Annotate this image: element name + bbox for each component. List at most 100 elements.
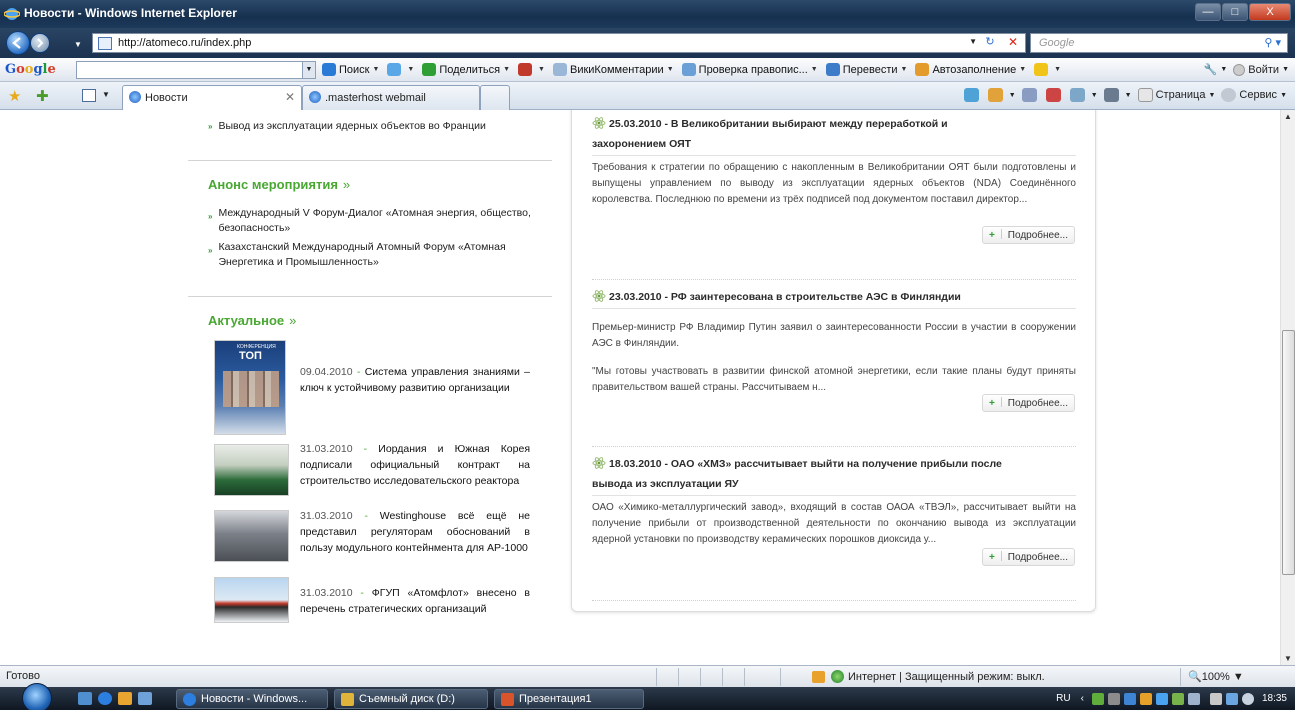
address-field[interactable]: http://atomeco.ru/index.php ▼ ↻ ✕ bbox=[92, 33, 1026, 53]
show-desktop-icon[interactable] bbox=[78, 692, 92, 705]
google-logo[interactable]: Google bbox=[5, 62, 56, 77]
chevron-down-icon[interactable]: ▼ bbox=[1019, 66, 1026, 73]
news-title[interactable]: 18.03.2010 - ОАО «ХМЗ» рассчитывает выйт… bbox=[592, 454, 1002, 494]
refresh-icon[interactable]: ↻ bbox=[981, 35, 999, 51]
address-row: ▼ http://atomeco.ru/index.php ▼ ↻ ✕ Goog… bbox=[0, 28, 1295, 58]
chevron-down-icon[interactable]: ▼ bbox=[503, 66, 510, 73]
close-window-button[interactable]: X bbox=[1249, 3, 1291, 21]
news-title[interactable]: 23.03.2010 - РФ заинтересована в строите… bbox=[592, 287, 961, 307]
gear-icon bbox=[1221, 88, 1237, 102]
new-tab-button[interactable] bbox=[480, 85, 510, 110]
address-dropdown-icon[interactable]: ▼ bbox=[969, 37, 977, 46]
add-favorites-icon[interactable]: ✚ bbox=[36, 87, 49, 105]
chevron-down-icon[interactable]: ▼ bbox=[667, 66, 674, 73]
history-dropdown-icon[interactable]: ▼ bbox=[74, 40, 82, 49]
wrench-icon[interactable]: 🔧 bbox=[1204, 63, 1218, 76]
forward-button[interactable] bbox=[30, 33, 50, 53]
page-menu[interactable]: Страница ▼ bbox=[1137, 88, 1215, 102]
more-button[interactable]: + Подробнее... bbox=[981, 394, 1075, 412]
back-button[interactable] bbox=[6, 31, 30, 55]
chevron-down-icon[interactable]: ▼ bbox=[372, 66, 379, 73]
news-item[interactable]: КОНФЕРЕНЦИЯ ТОП 09.04.2010 - Система упр… bbox=[214, 340, 534, 435]
taskbar-button-ie[interactable]: Новости - Windows... bbox=[176, 689, 328, 709]
chevron-down-icon[interactable]: ▼ bbox=[1054, 66, 1061, 73]
news-item[interactable]: 31.03.2010 - ФГУП «Атомфлот» внесено в п… bbox=[214, 577, 534, 625]
url-text[interactable]: http://atomeco.ru/index.php bbox=[118, 37, 251, 49]
chevron-down-icon[interactable]: ▼ bbox=[407, 66, 414, 73]
google-toolbar-item-5[interactable]: Проверка правопис... ▼ bbox=[681, 63, 818, 76]
tab-list-dropdown-icon[interactable]: ▼ bbox=[102, 90, 110, 99]
icebreaker-image[interactable] bbox=[214, 577, 289, 623]
taskbar-button-drive[interactable]: Съемный диск (D:) bbox=[334, 689, 488, 709]
home-button[interactable]: ▼ bbox=[987, 88, 1016, 102]
search-icon[interactable]: ⚲ ▾ bbox=[1264, 36, 1281, 49]
close-tab-icon[interactable]: ✕ bbox=[285, 90, 295, 104]
google-toolbar: Google ▼ Поиск ▼ ▼ Поделиться ▼ ▼ ВикиКоммента… bbox=[0, 58, 1295, 82]
signin-button[interactable]: Войти bbox=[1248, 64, 1279, 76]
quick-tabs-icon[interactable] bbox=[82, 89, 96, 102]
more-button[interactable]: + Подробнее... bbox=[981, 226, 1075, 244]
scroll-up-icon[interactable]: ▲ bbox=[1284, 112, 1292, 121]
divider bbox=[592, 495, 1076, 496]
list-item[interactable]: » Вывод из эксплуатации ядерных объектов … bbox=[208, 120, 486, 132]
print-button[interactable]: ▼ bbox=[1103, 88, 1132, 102]
security-zone[interactable]: Интернет | Защищенный режим: выкл. bbox=[812, 670, 1045, 683]
google-search-input[interactable]: ▼ bbox=[76, 61, 316, 79]
ebay-button[interactable] bbox=[1045, 88, 1064, 102]
list-item[interactable]: » Международный V Форум-Диалог «Атомная э… bbox=[208, 206, 548, 236]
feeds-button[interactable] bbox=[1021, 88, 1040, 102]
google-toolbar-item-1[interactable]: ▼ bbox=[387, 63, 414, 76]
divider bbox=[592, 308, 1076, 309]
containment-image[interactable] bbox=[214, 510, 289, 562]
ie-quicklaunch-icon[interactable] bbox=[98, 692, 112, 705]
language-indicator[interactable]: RU bbox=[1056, 693, 1070, 704]
window-titlebar[interactable]: Новости - Windows Internet Explorer — □ … bbox=[0, 0, 1295, 28]
news-item[interactable]: 31.03.2010 - Westinghouse всё ещё не пре… bbox=[214, 510, 534, 568]
start-button[interactable] bbox=[22, 683, 52, 710]
maximize-button[interactable]: □ bbox=[1222, 3, 1248, 21]
google-toolbar-item-0[interactable]: Поиск ▼ bbox=[322, 63, 379, 76]
more-button[interactable]: + Подробнее... bbox=[981, 548, 1075, 566]
news-item[interactable]: 31.03.2010 - Иордания и Южная Корея подп… bbox=[214, 443, 534, 504]
google-toolbar-item-7[interactable]: Автозаполнение ▼ bbox=[915, 63, 1026, 76]
scroll-thumb[interactable] bbox=[1282, 330, 1295, 575]
google-toolbar-item-8[interactable]: ▼ bbox=[1034, 63, 1061, 76]
google-toolbar-item-2[interactable]: Поделиться ▼ bbox=[422, 63, 510, 76]
google-toolbar-item-4[interactable]: ВикиКомментарии ▼ bbox=[552, 63, 674, 76]
tab-news[interactable]: Новости ✕ bbox=[122, 85, 302, 110]
tab-masterhost[interactable]: .masterhost webmail bbox=[302, 85, 480, 110]
clock[interactable]: 18:35 bbox=[1262, 693, 1287, 704]
share-icon bbox=[422, 63, 437, 76]
vertical-scrollbar[interactable]: ▲ ▼ bbox=[1280, 110, 1295, 665]
announce-heading[interactable]: Анонс мероприятия» bbox=[208, 177, 350, 192]
switch-windows-icon[interactable] bbox=[138, 692, 152, 705]
conference-cover-image[interactable]: КОНФЕРЕНЦИЯ ТОП bbox=[214, 340, 286, 435]
google-toolbar-item-6[interactable]: Перевести ▼ bbox=[825, 63, 908, 76]
rss-button[interactable] bbox=[963, 88, 982, 102]
actual-heading[interactable]: Актуальное» bbox=[208, 313, 296, 328]
chevron-down-icon[interactable]: ▼ bbox=[538, 66, 545, 73]
taskbar-button-presentation[interactable]: Презентация1 bbox=[494, 689, 644, 709]
google-toolbar-item-3[interactable]: ▼ bbox=[518, 63, 545, 76]
ebay-icon bbox=[1045, 88, 1061, 102]
chevron-down-icon[interactable]: ▼ bbox=[811, 66, 818, 73]
chevron-down-icon[interactable]: ▼ bbox=[901, 66, 908, 73]
ie-tab-icon bbox=[309, 91, 321, 103]
stop-icon[interactable]: ✕ bbox=[1004, 35, 1022, 51]
list-item[interactable]: » Казахстанский Международный Атомный Фор… bbox=[208, 240, 548, 270]
media-icon[interactable] bbox=[118, 692, 132, 705]
search-box[interactable]: Google ⚲ ▾ bbox=[1030, 33, 1288, 53]
atom-icon bbox=[592, 290, 606, 302]
ie-tab-icon bbox=[129, 91, 141, 103]
divider bbox=[188, 160, 552, 161]
scroll-down-icon[interactable]: ▼ bbox=[1284, 654, 1292, 663]
reactor-model-image[interactable] bbox=[214, 444, 289, 496]
favorites-star-icon[interactable]: ★ bbox=[8, 87, 21, 105]
minimize-button[interactable]: — bbox=[1195, 3, 1221, 21]
chevron-down-icon[interactable]: ▼ bbox=[302, 62, 315, 78]
tools-menu[interactable]: Сервис ▼ bbox=[1221, 88, 1287, 102]
news-title[interactable]: 25.03.2010 - В Великобритании выбирают м… bbox=[592, 114, 948, 154]
read-mail-button[interactable]: ▼ bbox=[1069, 88, 1098, 102]
divider bbox=[592, 155, 1076, 156]
zoom-level[interactable]: 🔍100% ▼ bbox=[1188, 670, 1244, 683]
